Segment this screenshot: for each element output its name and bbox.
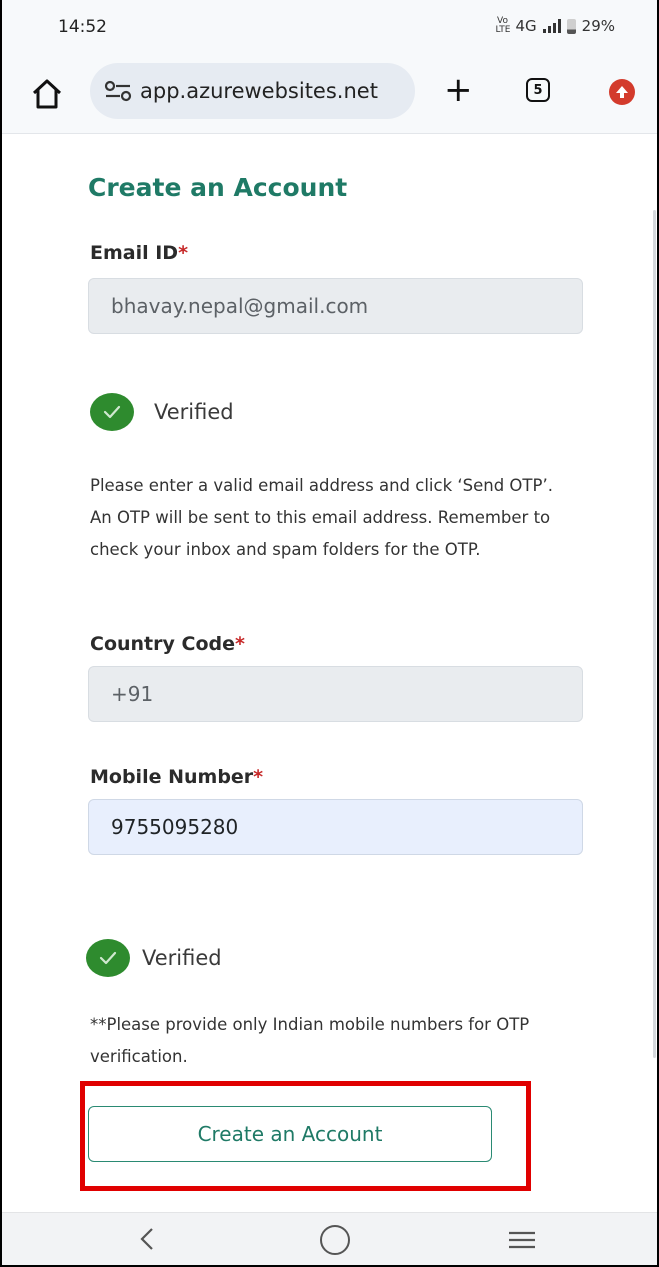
check-circle-icon [90,393,134,431]
menu-icon[interactable] [508,1230,536,1250]
email-field[interactable]: bhavay.nepal@gmail.com [88,278,583,334]
tab-switcher-icon[interactable]: 5 [526,78,550,102]
email-help-text: Please enter a valid email address and c… [90,476,553,559]
page-content: Create an Account Email ID* bhavay.nepal… [0,140,659,1212]
back-icon[interactable] [136,1226,158,1252]
site-settings-icon[interactable] [104,79,132,103]
country-code-field[interactable]: +91 [88,666,583,722]
browser-toolbar: app.azurewebsites.net + 5 [0,60,659,134]
tab-count: 5 [533,82,543,98]
update-icon[interactable] [609,79,635,105]
home-icon[interactable] [30,77,64,111]
create-account-button[interactable]: Create an Account [88,1106,492,1162]
new-tab-icon[interactable]: + [444,73,473,107]
home-circle-icon[interactable] [320,1225,350,1255]
battery-level: 29% [581,17,615,35]
mobile-label: Mobile Number* [90,766,264,788]
required-mark: * [253,766,264,788]
status-bar: 14:52 Vo LTE 4G 29% [0,0,659,60]
required-mark: * [235,633,245,655]
scrollbar[interactable] [653,210,656,1058]
status-indicators: Vo LTE 4G 29% [495,16,615,36]
status-time: 14:52 [58,17,107,37]
battery-icon [566,18,576,34]
url-text: app.azurewebsites.net [140,79,378,103]
network-type: 4G [515,17,537,35]
page-title: Create an Account [88,173,348,202]
email-verified-status: Verified [90,393,234,431]
volte-icon: Vo LTE [495,16,511,35]
required-mark: * [178,242,189,264]
mobile-note-text: **Please provide only Indian mobile numb… [90,1015,530,1066]
mobile-number-field[interactable]: 9755095280 [88,799,583,855]
email-label: Email ID* [90,242,189,264]
system-nav-bar [0,1212,659,1267]
signal-icon [542,19,561,33]
mobile-verified-status: Verified [86,939,222,977]
check-circle-icon [86,939,130,977]
country-code-label: Country Code* [90,633,245,655]
address-bar[interactable]: app.azurewebsites.net [90,63,415,119]
email-verified-text: Verified [154,400,234,424]
mobile-verified-text: Verified [142,946,222,970]
